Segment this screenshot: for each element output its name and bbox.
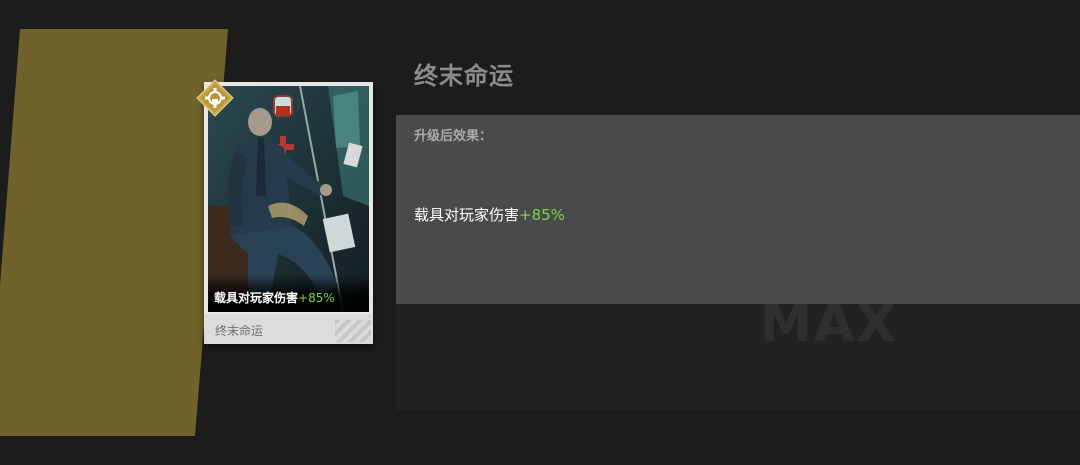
card-name: 终末命运 [215,324,264,338]
card-effect-text: 载具对玩家伤害 [214,291,299,305]
upgrade-effect-panel: 升级后效果： 载具对玩家伤害+85% [396,115,1080,304]
max-panel [396,300,1080,410]
card-title: 终末命运 [414,62,514,90]
card-caption: 载具对玩家伤害+85% [208,274,369,312]
upgrade-effect-line: 载具对玩家伤害+85% [414,204,565,225]
card-artwork: 载具对玩家伤害+85% [208,86,369,312]
card-effect-value: +85% [298,291,335,305]
gear-emblem-icon [196,79,234,117]
upgrade-effect-label: 升级后效果： [414,129,493,144]
perk-card[interactable]: 载具对玩家伤害+85% 终末命运 [204,82,373,344]
upgrade-effect-text: 载具对玩家伤害 [414,206,520,224]
card-footer: 终末命运 [204,314,373,344]
card-effect-line: 载具对玩家伤害+85% [214,289,335,306]
upgrade-effect-value: +85% [519,206,565,224]
card-stripes-decoration [335,320,371,342]
